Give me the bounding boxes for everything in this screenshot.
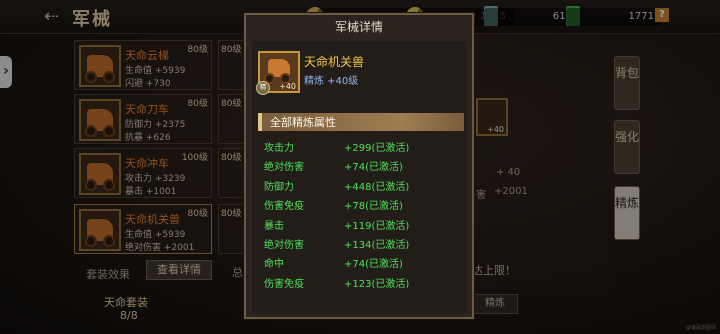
attribute-value: +123(已激活) [344, 279, 410, 290]
attribute-value: +134(已激活) [344, 240, 410, 251]
attribute-value: +299(已激活) [344, 143, 410, 154]
attribute-label: 绝对伤害 [264, 162, 304, 173]
game-screen: ⇠ 军械 657 1115 613 1771 ? › 80级 天命云梯 生命值 … [0, 0, 720, 334]
dialog-title: 军械详情 [334, 20, 383, 34]
attribute-value: +74(已激活) [344, 259, 403, 270]
attribute-value: +448(已激活) [344, 182, 410, 193]
section-marker [258, 113, 262, 131]
attribute-label: 暴击 [264, 221, 284, 232]
attribute-label: 攻击力 [264, 143, 294, 154]
attribute-value: +78(已激活) [344, 201, 403, 212]
attribute-label: 防御力 [264, 182, 294, 193]
refine-badge-icon: 精 [256, 81, 270, 95]
attribute-value: +119(已激活) [344, 221, 410, 232]
item-name: 天命机关兽 [304, 55, 365, 69]
attribute-value: +74(已激活) [344, 162, 403, 173]
attribute-label: 伤害免疫 [264, 279, 304, 290]
item-plus: +40 [279, 82, 296, 91]
equipment-detail-dialog: 军械详情 +40 精 天命机关兽 精炼 +40级 全部精炼属性 攻击力 +299(… [244, 13, 474, 319]
section-header: 全部精炼属性 [258, 113, 464, 131]
attribute-label: 绝对伤害 [264, 240, 304, 251]
section-title: 全部精炼属性 [270, 116, 336, 129]
mechanical-beast-icon: +40 精 [256, 51, 300, 95]
attribute-label: 伤害免疫 [264, 201, 304, 212]
attribute-label: 命中 [264, 259, 284, 270]
refine-level: 精炼 +40级 [304, 76, 359, 87]
